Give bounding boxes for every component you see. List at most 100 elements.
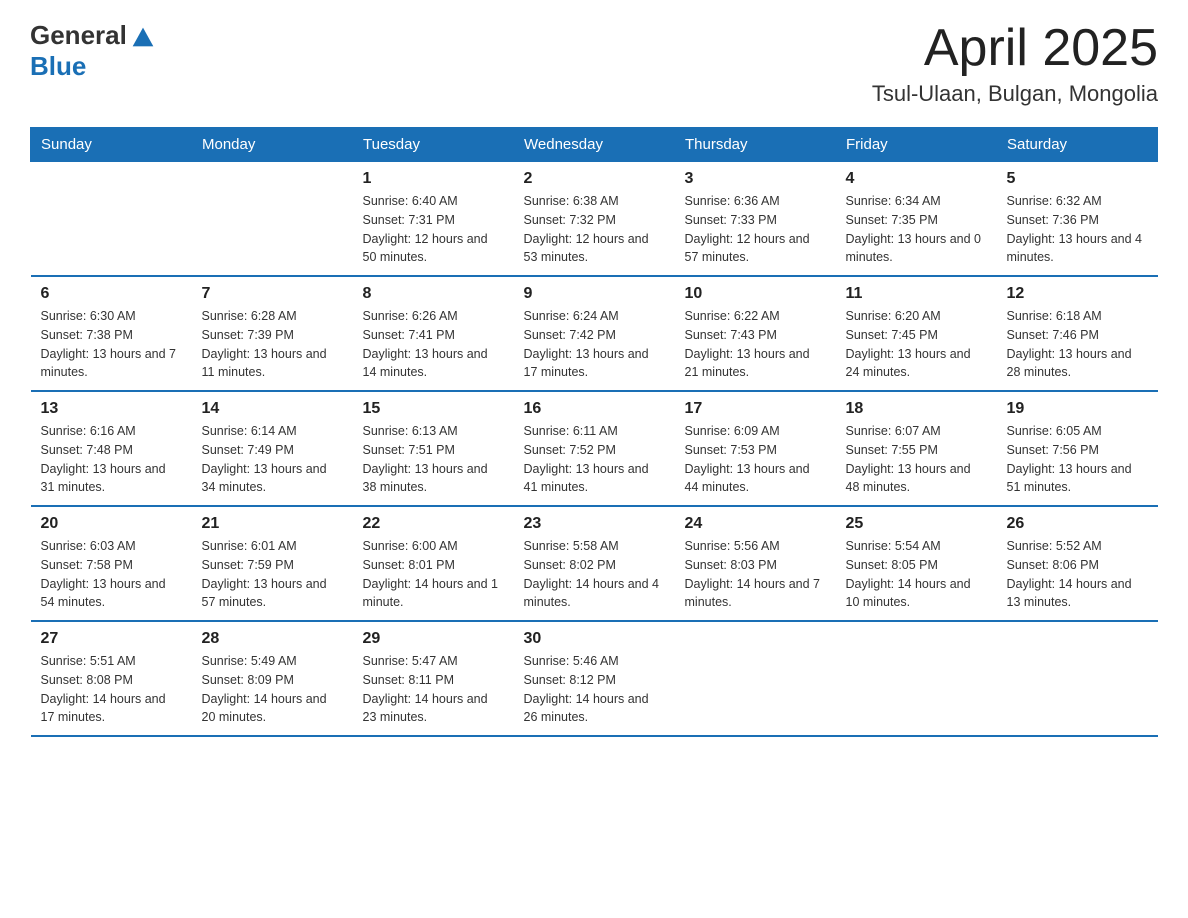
calendar-day-29: 29 Sunrise: 5:47 AMSunset: 8:11 PMDayligh… <box>353 621 514 736</box>
day-number: 14 <box>202 400 343 418</box>
calendar-day-6: 6 Sunrise: 6:30 AMSunset: 7:38 PMDaylight… <box>31 276 192 391</box>
day-info: Sunrise: 6:14 AMSunset: 7:49 PMDaylight:… <box>202 422 343 497</box>
location-title: Tsul-Ulaan, Bulgan, Mongolia <box>872 81 1158 107</box>
header-cell-thursday: Thursday <box>675 128 836 162</box>
calendar-day-2: 2Sunrise: 6:38 AMSunset: 7:32 PMDaylight… <box>514 162 675 277</box>
calendar-day-15: 15 Sunrise: 6:13 AMSunset: 7:51 PMDayligh… <box>353 391 514 506</box>
calendar-day-22: 22 Sunrise: 6:00 AMSunset: 8:01 PMDayligh… <box>353 506 514 621</box>
header-cell-sunday: Sunday <box>31 128 192 162</box>
calendar-day-16: 16Sunrise: 6:11 AMSunset: 7:52 PMDayligh… <box>514 391 675 506</box>
day-info: Sunrise: 6:09 AMSunset: 7:53 PMDaylight:… <box>685 422 826 497</box>
empty-cell <box>31 162 192 277</box>
header-cell-saturday: Saturday <box>997 128 1158 162</box>
day-info: Sunrise: 6:36 AMSunset: 7:33 PMDaylight:… <box>685 192 826 267</box>
calendar-day-8: 8 Sunrise: 6:26 AMSunset: 7:41 PMDaylight… <box>353 276 514 391</box>
day-info: Sunrise: 6:40 AMSunset: 7:31 PMDaylight:… <box>363 192 504 267</box>
month-title: April 2025 <box>872 20 1158 77</box>
day-info: Sunrise: 6:22 AMSunset: 7:43 PMDaylight:… <box>685 307 826 382</box>
day-info: Sunrise: 6:28 AMSunset: 7:39 PMDaylight:… <box>202 307 343 382</box>
logo-icon <box>129 22 157 50</box>
calendar-day-3: 3 Sunrise: 6:36 AMSunset: 7:33 PMDaylight… <box>675 162 836 277</box>
calendar-week-4: 20Sunrise: 6:03 AMSunset: 7:58 PMDayligh… <box>31 506 1158 621</box>
calendar-day-23: 23Sunrise: 5:58 AMSunset: 8:02 PMDayligh… <box>514 506 675 621</box>
day-number: 28 <box>202 630 343 648</box>
day-number: 6 <box>41 285 182 303</box>
day-number: 27 <box>41 630 182 648</box>
calendar-table: SundayMondayTuesdayWednesdayThursdayFrid… <box>30 127 1158 737</box>
day-number: 2 <box>524 170 665 188</box>
calendar-day-20: 20Sunrise: 6:03 AMSunset: 7:58 PMDayligh… <box>31 506 192 621</box>
day-info: Sunrise: 5:54 AMSunset: 8:05 PMDaylight:… <box>846 537 987 612</box>
page-header: General Blue April 2025 Tsul-Ulaan, Bulg… <box>30 20 1158 107</box>
day-number: 8 <box>363 285 504 303</box>
day-number: 17 <box>685 400 826 418</box>
day-number: 21 <box>202 515 343 533</box>
day-number: 30 <box>524 630 665 648</box>
day-number: 5 <box>1007 170 1148 188</box>
calendar-week-2: 6 Sunrise: 6:30 AMSunset: 7:38 PMDaylight… <box>31 276 1158 391</box>
logo-blue: Blue <box>30 51 86 82</box>
calendar-day-11: 11Sunrise: 6:20 AMSunset: 7:45 PMDayligh… <box>836 276 997 391</box>
day-info: Sunrise: 5:58 AMSunset: 8:02 PMDaylight:… <box>524 537 665 612</box>
header-cell-friday: Friday <box>836 128 997 162</box>
day-number: 19 <box>1007 400 1148 418</box>
day-info: Sunrise: 6:18 AMSunset: 7:46 PMDaylight:… <box>1007 307 1148 382</box>
day-info: Sunrise: 6:30 AMSunset: 7:38 PMDaylight:… <box>41 307 182 382</box>
day-number: 3 <box>685 170 826 188</box>
day-number: 11 <box>846 285 987 303</box>
calendar-day-27: 27 Sunrise: 5:51 AMSunset: 8:08 PMDayligh… <box>31 621 192 736</box>
day-info: Sunrise: 5:46 AMSunset: 8:12 PMDaylight:… <box>524 652 665 727</box>
day-number: 13 <box>41 400 182 418</box>
day-info: Sunrise: 6:11 AMSunset: 7:52 PMDaylight:… <box>524 422 665 497</box>
calendar-day-13: 13 Sunrise: 6:16 AMSunset: 7:48 PMDayligh… <box>31 391 192 506</box>
day-info: Sunrise: 6:00 AMSunset: 8:01 PMDaylight:… <box>363 537 504 612</box>
empty-cell <box>997 621 1158 736</box>
empty-cell <box>836 621 997 736</box>
day-info: Sunrise: 5:51 AMSunset: 8:08 PMDaylight:… <box>41 652 182 727</box>
calendar-day-1: 1Sunrise: 6:40 AMSunset: 7:31 PMDaylight… <box>353 162 514 277</box>
calendar-day-19: 19 Sunrise: 6:05 AMSunset: 7:56 PMDayligh… <box>997 391 1158 506</box>
day-info: Sunrise: 6:07 AMSunset: 7:55 PMDaylight:… <box>846 422 987 497</box>
calendar-day-28: 28 Sunrise: 5:49 AMSunset: 8:09 PMDayligh… <box>192 621 353 736</box>
day-info: Sunrise: 6:01 AMSunset: 7:59 PMDaylight:… <box>202 537 343 612</box>
calendar-day-7: 7 Sunrise: 6:28 AMSunset: 7:39 PMDaylight… <box>192 276 353 391</box>
empty-cell <box>675 621 836 736</box>
calendar-day-26: 26 Sunrise: 5:52 AMSunset: 8:06 PMDayligh… <box>997 506 1158 621</box>
calendar-day-18: 18Sunrise: 6:07 AMSunset: 7:55 PMDayligh… <box>836 391 997 506</box>
day-number: 25 <box>846 515 987 533</box>
calendar-day-10: 10Sunrise: 6:22 AMSunset: 7:43 PMDayligh… <box>675 276 836 391</box>
day-info: Sunrise: 5:49 AMSunset: 8:09 PMDaylight:… <box>202 652 343 727</box>
header-cell-monday: Monday <box>192 128 353 162</box>
calendar-week-3: 13 Sunrise: 6:16 AMSunset: 7:48 PMDayligh… <box>31 391 1158 506</box>
day-info: Sunrise: 5:52 AMSunset: 8:06 PMDaylight:… <box>1007 537 1148 612</box>
day-info: Sunrise: 6:16 AMSunset: 7:48 PMDaylight:… <box>41 422 182 497</box>
day-info: Sunrise: 6:26 AMSunset: 7:41 PMDaylight:… <box>363 307 504 382</box>
calendar-body: 1Sunrise: 6:40 AMSunset: 7:31 PMDaylight… <box>31 162 1158 737</box>
day-info: Sunrise: 5:56 AMSunset: 8:03 PMDaylight:… <box>685 537 826 612</box>
day-info: Sunrise: 6:32 AMSunset: 7:36 PMDaylight:… <box>1007 192 1148 267</box>
title-area: April 2025 Tsul-Ulaan, Bulgan, Mongolia <box>872 20 1158 107</box>
day-info: Sunrise: 6:13 AMSunset: 7:51 PMDaylight:… <box>363 422 504 497</box>
day-number: 29 <box>363 630 504 648</box>
calendar-day-5: 5 Sunrise: 6:32 AMSunset: 7:36 PMDaylight… <box>997 162 1158 277</box>
day-info: Sunrise: 6:34 AMSunset: 7:35 PMDaylight:… <box>846 192 987 267</box>
calendar-day-25: 25 Sunrise: 5:54 AMSunset: 8:05 PMDayligh… <box>836 506 997 621</box>
calendar-day-4: 4Sunrise: 6:34 AMSunset: 7:35 PMDaylight… <box>836 162 997 277</box>
day-info: Sunrise: 6:05 AMSunset: 7:56 PMDaylight:… <box>1007 422 1148 497</box>
day-number: 12 <box>1007 285 1148 303</box>
day-number: 9 <box>524 285 665 303</box>
calendar-day-17: 17 Sunrise: 6:09 AMSunset: 7:53 PMDayligh… <box>675 391 836 506</box>
calendar-day-9: 9Sunrise: 6:24 AMSunset: 7:42 PMDaylight… <box>514 276 675 391</box>
day-number: 20 <box>41 515 182 533</box>
logo: General Blue <box>30 20 157 82</box>
calendar-day-30: 30 Sunrise: 5:46 AMSunset: 8:12 PMDayligh… <box>514 621 675 736</box>
header-cell-tuesday: Tuesday <box>353 128 514 162</box>
calendar-week-5: 27 Sunrise: 5:51 AMSunset: 8:08 PMDayligh… <box>31 621 1158 736</box>
day-info: Sunrise: 5:47 AMSunset: 8:11 PMDaylight:… <box>363 652 504 727</box>
day-number: 7 <box>202 285 343 303</box>
day-number: 22 <box>363 515 504 533</box>
logo-general: General <box>30 20 127 51</box>
day-number: 26 <box>1007 515 1148 533</box>
calendar-day-14: 14 Sunrise: 6:14 AMSunset: 7:49 PMDayligh… <box>192 391 353 506</box>
day-number: 15 <box>363 400 504 418</box>
